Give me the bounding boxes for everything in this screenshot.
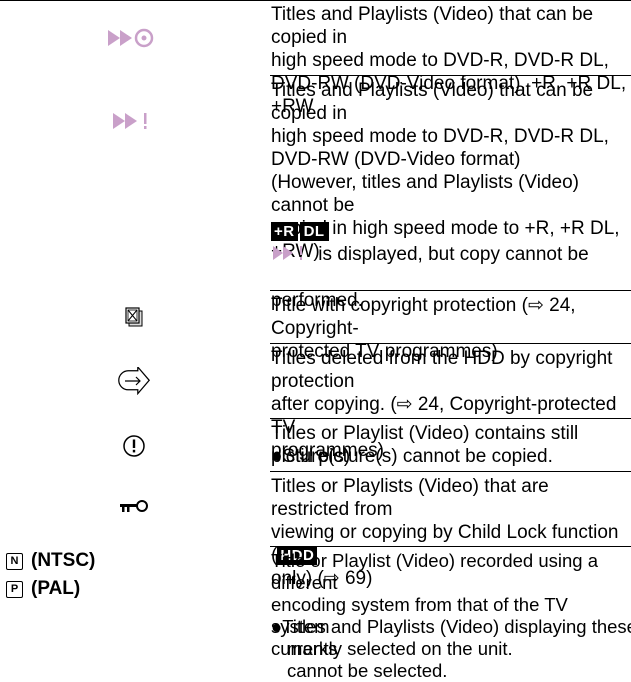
- bullet-item: ●Still picture(s) cannot be copied.: [271, 446, 553, 467]
- bullet-icon: ●: [271, 616, 283, 637]
- bullet-item: ●Titles and Playlists (Video) displaying…: [271, 616, 631, 681]
- ntsc-mark-icon: N: [6, 553, 23, 570]
- row-copyright: Title with copyright protection (⇨ 24, C…: [0, 291, 631, 362]
- deleted-after-copy-arrow-icon: [0, 366, 268, 396]
- still-picture-warning-icon: [0, 432, 268, 460]
- note-text: is displayed, but copy cannot be: [313, 244, 589, 265]
- row-child-lock: Titles or Playlists (Video) that are res…: [0, 472, 631, 589]
- high-speed-copy-restricted-icon: [273, 246, 302, 260]
- row-still-picture: Titles or Playlist (Video) contains stil…: [0, 419, 631, 471]
- plus-r-badge: +R: [271, 222, 298, 241]
- row-note: +R DL is displayed, but copy cannot be pe…: [271, 197, 629, 311]
- pal-label: P (PAL): [6, 578, 80, 600]
- row-deleted: Titles deleted from the HDD by copyright…: [0, 344, 631, 461]
- bullet-icon: ●: [271, 446, 283, 467]
- high-speed-copy-restricted-icon: [0, 108, 268, 134]
- row-high-speed: Titles and Playlists (Video) that can be…: [0, 0, 631, 117]
- dl-badge: DL: [299, 222, 329, 241]
- child-lock-key-icon: [0, 492, 268, 522]
- copyright-protection-icon: [0, 304, 268, 330]
- high-speed-copy-disc-icon: [0, 16, 268, 60]
- row-high-speed-restricted: Titles and Playlists (Video) that can be…: [0, 76, 631, 311]
- row-encoding-system: N (NTSC) P (PAL) Title or Playlist (Video)…: [0, 547, 631, 681]
- pal-mark-icon: P: [6, 581, 23, 598]
- ntsc-label: N (NTSC): [6, 550, 95, 572]
